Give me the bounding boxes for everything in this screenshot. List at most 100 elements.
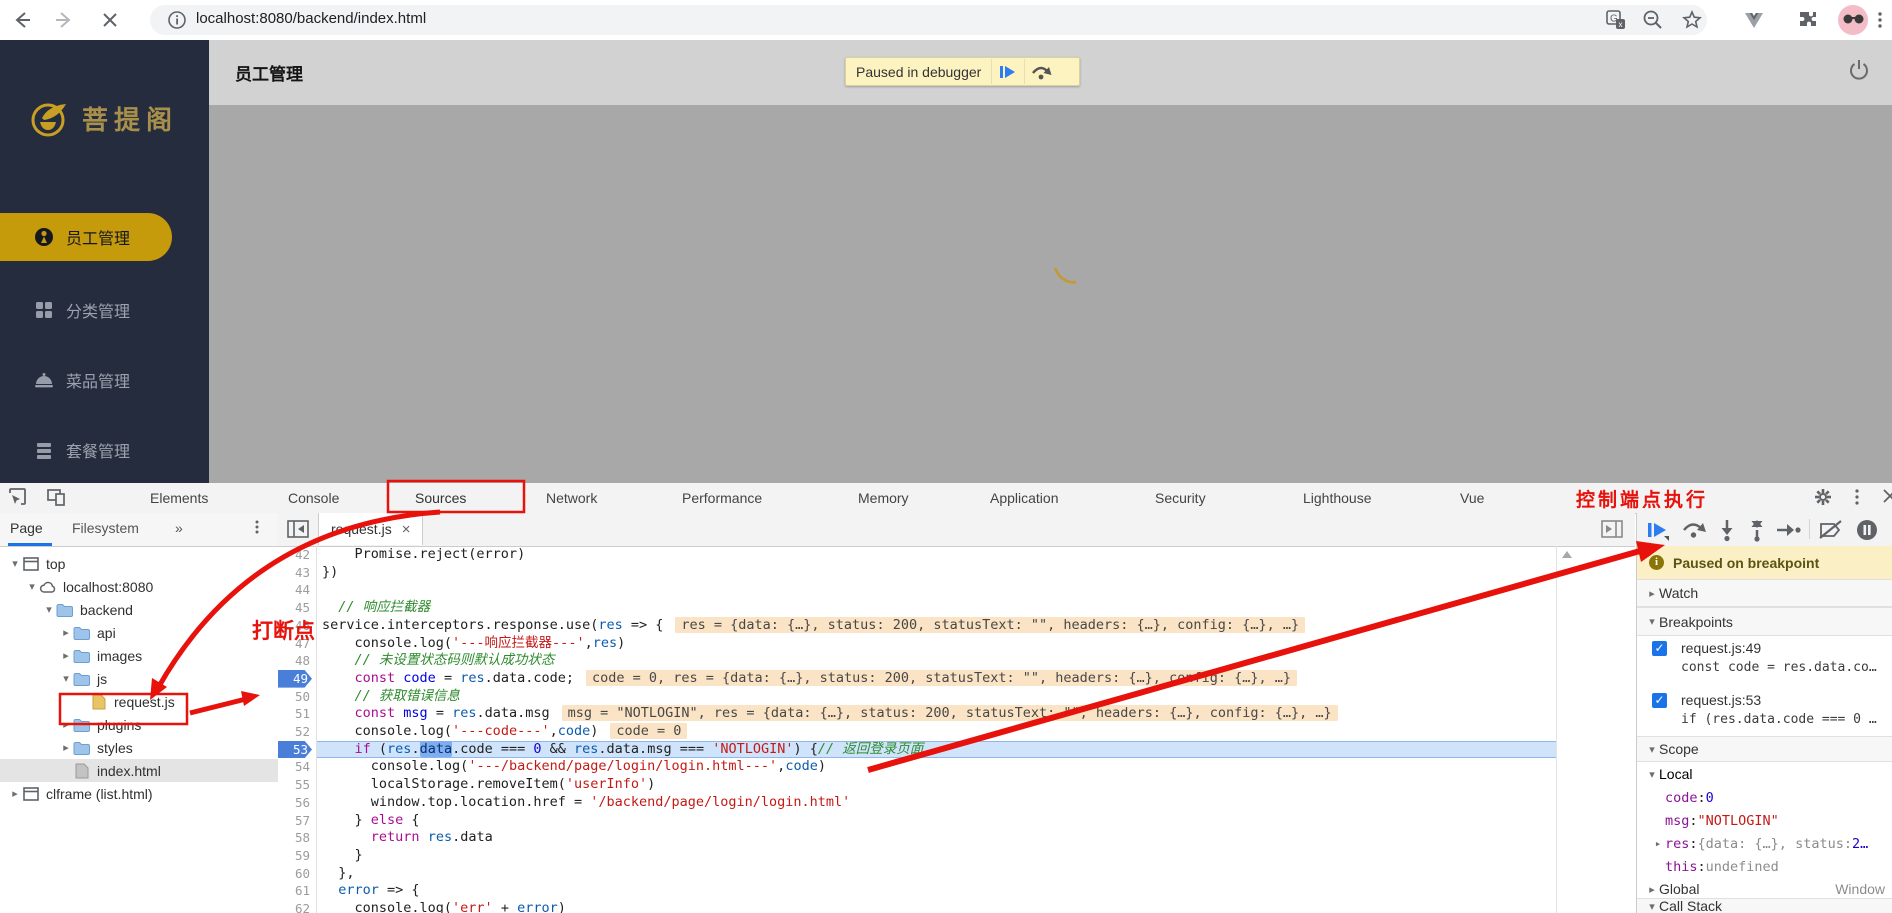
code-line-60[interactable]: 60 }, — [278, 865, 1635, 883]
line-number[interactable]: 62 — [278, 900, 316, 913]
scope-local[interactable]: ▾Local — [1637, 762, 1892, 786]
scope-entry-msg[interactable]: msg: "NOTLOGIN" — [1637, 809, 1892, 832]
line-number[interactable]: 60 — [278, 865, 316, 883]
back-arrow-icon[interactable] — [10, 8, 34, 32]
scope-expander[interactable]: ▸ — [1651, 837, 1665, 850]
breakpoint-entry[interactable]: ✓request.js:49const code = res.data.co… — [1637, 636, 1892, 688]
line-number[interactable]: 58 — [278, 829, 316, 847]
code-line-55[interactable]: 55 localStorage.removeItem('userInfo') — [278, 776, 1635, 794]
forward-arrow-icon[interactable] — [52, 8, 76, 32]
zoom-out-icon[interactable] — [1641, 8, 1665, 32]
code-line-51[interactable]: 51 const msg = res.data.msgmsg = "NOTLOG… — [278, 705, 1635, 723]
tab-close-icon[interactable]: × — [402, 521, 411, 538]
step-over-icon[interactable] — [1681, 518, 1705, 542]
code-line-56[interactable]: 56 window.top.location.href = '/backend/… — [278, 794, 1635, 812]
banner-resume-icon[interactable] — [992, 59, 1024, 84]
code-line-45[interactable]: 45 // 响应拦截器 — [278, 599, 1635, 617]
sidebar-item-分类管理[interactable]: 分类管理 — [0, 296, 209, 324]
scope-entry-res[interactable]: ▸res: {data: {…}, status: 2… — [1637, 832, 1892, 855]
code-line-42[interactable]: 42 Promise.reject(error) — [278, 546, 1635, 564]
step-out-icon[interactable] — [1745, 518, 1769, 542]
info-icon[interactable] — [166, 9, 190, 33]
code-line-44[interactable]: 44 — [278, 581, 1635, 599]
devtools-close-icon[interactable] — [1880, 486, 1892, 508]
line-number[interactable]: 42 — [278, 546, 316, 564]
tree-item-top[interactable]: ▾top — [0, 552, 286, 575]
line-number[interactable]: 47 — [278, 635, 316, 653]
sidebar-item-员工管理[interactable]: 员工管理 — [0, 213, 172, 261]
code-line-59[interactable]: 59 } — [278, 847, 1635, 865]
code-line-49[interactable]: 49 const code = res.data.code;code = 0, … — [278, 670, 1635, 688]
step-icon[interactable] — [1775, 518, 1799, 542]
device-toolbar-icon[interactable] — [45, 486, 67, 508]
vue-devtools-icon[interactable] — [1742, 8, 1766, 32]
code-line-47[interactable]: 47 console.log('---响应拦截器---',res) — [278, 635, 1635, 653]
devtools-tab-console[interactable]: Console — [288, 483, 339, 512]
url-text[interactable]: localhost:8080/backend/index.html — [196, 10, 426, 27]
scope-entry-code[interactable]: code: 0 — [1637, 786, 1892, 809]
more-tabs-chevron-icon[interactable]: » — [175, 520, 183, 536]
profile-avatar[interactable] — [1838, 5, 1868, 35]
line-number[interactable]: 59 — [278, 847, 316, 865]
tree-item-clframe (list.html)[interactable]: ▸clframe (list.html) — [0, 782, 286, 805]
code-line-48[interactable]: 48 // 未设置状态码则默认成功状态 — [278, 652, 1635, 670]
line-number[interactable]: 50 — [278, 688, 316, 706]
step-into-icon[interactable] — [1715, 518, 1739, 542]
devtools-tab-security[interactable]: Security — [1155, 483, 1206, 512]
tab-filesystem[interactable]: Filesystem — [72, 520, 139, 536]
tree-expander[interactable]: ▾ — [25, 580, 39, 593]
banner-step-over-icon[interactable] — [1025, 59, 1057, 84]
code-line-58[interactable]: 58 return res.data — [278, 829, 1635, 847]
devtools-tab-memory[interactable]: Memory — [858, 483, 909, 512]
tree-expander[interactable]: ▾ — [59, 672, 73, 685]
devtools-tab-elements[interactable]: Elements — [150, 483, 208, 512]
code-line-62[interactable]: 62 console.log('err' + error) — [278, 900, 1635, 913]
breakpoint-checkbox[interactable]: ✓ — [1652, 693, 1667, 708]
stop-reload-icon[interactable] — [98, 8, 122, 32]
section-call-stack[interactable]: ▾Call Stack — [1637, 898, 1892, 913]
line-number[interactable]: 45 — [278, 599, 316, 617]
bookmark-star-icon[interactable] — [1680, 8, 1704, 32]
line-number[interactable]: 52 — [278, 723, 316, 741]
code-line-53[interactable]: 53 if (res.data.code === 0 && res.data.m… — [278, 741, 1635, 759]
logout-power-icon[interactable] — [1845, 56, 1873, 84]
tree-expander[interactable]: ▾ — [42, 603, 56, 616]
editor-tab-request-js[interactable]: request.js × — [318, 513, 423, 545]
scope-entry-this[interactable]: this: undefined — [1637, 855, 1892, 878]
line-number[interactable]: 55 — [278, 776, 316, 794]
devtools-settings-gear-icon[interactable] — [1812, 486, 1834, 508]
breakpoint-checkbox[interactable]: ✓ — [1652, 641, 1667, 656]
devtools-tab-performance[interactable]: Performance — [682, 483, 762, 512]
scrollbar-up-arrow-icon[interactable] — [1561, 550, 1573, 560]
devtools-tab-sources[interactable]: Sources — [415, 483, 466, 512]
code-line-52[interactable]: 52 console.log('---code---',code)code = … — [278, 723, 1635, 741]
code-line-57[interactable]: 57 } else { — [278, 812, 1635, 830]
tree-expander[interactable]: ▸ — [59, 741, 73, 754]
resume-script-icon[interactable] — [1645, 518, 1669, 542]
devtools-tab-lighthouse[interactable]: Lighthouse — [1303, 483, 1372, 512]
tree-expander[interactable]: ▸ — [59, 649, 73, 662]
translate-icon[interactable]: Gx — [1604, 8, 1628, 32]
tab-page[interactable]: Page — [10, 520, 43, 536]
code-line-43[interactable]: 43}) — [278, 564, 1635, 582]
tree-expander[interactable]: ▸ — [59, 718, 73, 731]
pause-on-exceptions-icon[interactable] — [1855, 518, 1879, 542]
breakpoint-marker[interactable]: 53 — [278, 741, 312, 759]
devtools-menu-kebab-icon[interactable] — [1850, 486, 1872, 508]
line-number[interactable]: 61 — [278, 882, 316, 900]
line-number[interactable]: 44 — [278, 581, 316, 599]
tree-item-localhost:8080[interactable]: ▾localhost:8080 — [0, 575, 303, 598]
code-editor[interactable]: 42 Promise.reject(error)43})4445 // 响应拦截… — [278, 546, 1635, 913]
code-line-61[interactable]: 61 error => { — [278, 882, 1635, 900]
breakpoint-marker[interactable]: 49 — [278, 670, 312, 688]
tree-expander[interactable]: ▸ — [8, 787, 22, 800]
breakpoint-entry[interactable]: ✓request.js:53if (res.data.code === 0 … — [1637, 688, 1892, 740]
extensions-puzzle-icon[interactable] — [1796, 8, 1820, 32]
line-number[interactable]: 56 — [278, 794, 316, 812]
tree-expander[interactable]: ▾ — [8, 557, 22, 570]
line-number[interactable]: 51 — [278, 705, 316, 723]
line-number[interactable]: 46 — [278, 617, 316, 635]
code-line-50[interactable]: 50 // 获取错误信息 — [278, 688, 1635, 706]
show-debugger-sidebar-icon[interactable] — [1600, 518, 1622, 540]
devtools-tab-vue[interactable]: Vue — [1460, 483, 1484, 512]
